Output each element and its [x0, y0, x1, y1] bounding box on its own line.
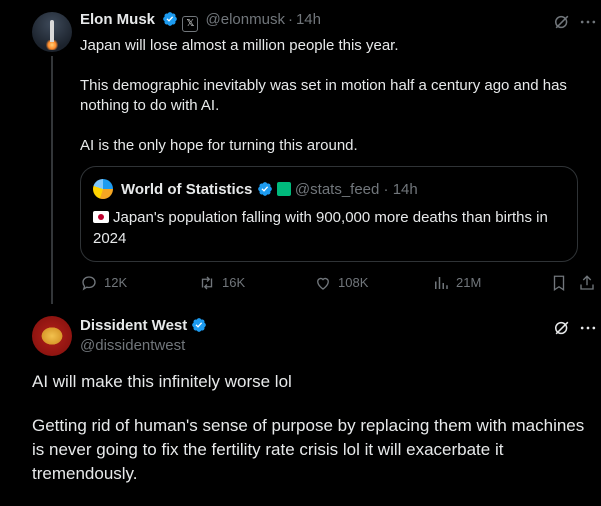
- tweet-paragraph: Japan will lose almost a million people …: [80, 37, 399, 54]
- rocket-graphic: [50, 20, 54, 42]
- quote-header: World of Statistics @stats_feed · 14h: [121, 180, 418, 200]
- timestamp[interactable]: 14h: [296, 11, 321, 28]
- views-count: 21M: [456, 275, 482, 290]
- repost-count: 16K: [222, 275, 246, 290]
- avatar-elonmusk[interactable]: [32, 12, 72, 52]
- dot-separator: ·: [287, 11, 293, 28]
- tweet1-text: Japan will lose almost a million people …: [80, 36, 580, 176]
- verified-icon[interactable]: [257, 181, 273, 197]
- repost-icon: [201, 276, 213, 290]
- tweet-paragraph: This demographic inevitably was set in m…: [80, 77, 567, 114]
- like-button[interactable]: 108K: [314, 274, 368, 292]
- verified-icon[interactable]: [191, 317, 207, 333]
- author-name[interactable]: Dissident West: [80, 317, 187, 334]
- repost-button[interactable]: 16K: [198, 274, 245, 292]
- tweet2-text: AI will make this infinitely worse lol G…: [32, 370, 592, 506]
- tweet-paragraph: Getting rid of human's sense of purpose …: [32, 416, 585, 483]
- heart-icon: [317, 277, 329, 290]
- share-icon[interactable]: [578, 274, 596, 292]
- grok-icon[interactable]: [552, 12, 572, 32]
- reply-icon: [82, 276, 96, 291]
- x-affiliate-icon[interactable]: 𝕏: [182, 16, 199, 32]
- grok-icon[interactable]: [552, 318, 572, 338]
- more-options-icon[interactable]: [578, 318, 598, 338]
- dot-separator: ·: [383, 181, 389, 198]
- thread-connector-line: [51, 56, 53, 304]
- affiliate-badge-icon[interactable]: [276, 182, 291, 196]
- quote-text: Japan's population falling with 900,000 …: [93, 207, 563, 249]
- avatar-stats-feed[interactable]: [93, 179, 113, 199]
- author-handle[interactable]: @dissidentwest: [80, 336, 185, 356]
- avatar-dissidentwest[interactable]: [32, 316, 72, 356]
- quote-handle[interactable]: @stats_feed: [295, 181, 379, 198]
- author-name[interactable]: Elon Musk: [80, 11, 155, 28]
- views-button[interactable]: 21M: [432, 274, 481, 292]
- analytics-icon: [435, 277, 448, 289]
- tweet2-header: Dissident West: [80, 316, 207, 336]
- eagle-emblem-graphic: [40, 326, 64, 346]
- japan-flag-icon: [93, 211, 109, 223]
- tweet-paragraph: AI is the only hope for turning this aro…: [80, 137, 358, 154]
- quote-timestamp[interactable]: 14h: [393, 181, 418, 198]
- bookmark-icon[interactable]: [550, 274, 568, 292]
- reply-count: 12K: [104, 275, 128, 290]
- verified-icon[interactable]: [162, 11, 178, 27]
- more-options-icon[interactable]: [578, 12, 598, 32]
- tweet-paragraph: AI will make this infinitely worse lol: [32, 372, 292, 391]
- like-count: 108K: [338, 275, 369, 290]
- tweet1-header: Elon Musk 𝕏 @elonmusk · 14h: [80, 10, 324, 32]
- quote-text-content: Japan's population falling with 900,000 …: [93, 209, 548, 247]
- author-handle[interactable]: @elonmusk: [206, 11, 285, 28]
- reply-button[interactable]: 12K: [80, 274, 127, 292]
- quote-author-name[interactable]: World of Statistics: [121, 181, 252, 198]
- quoted-tweet-card[interactable]: World of Statistics @stats_feed · 14h Ja…: [80, 166, 578, 262]
